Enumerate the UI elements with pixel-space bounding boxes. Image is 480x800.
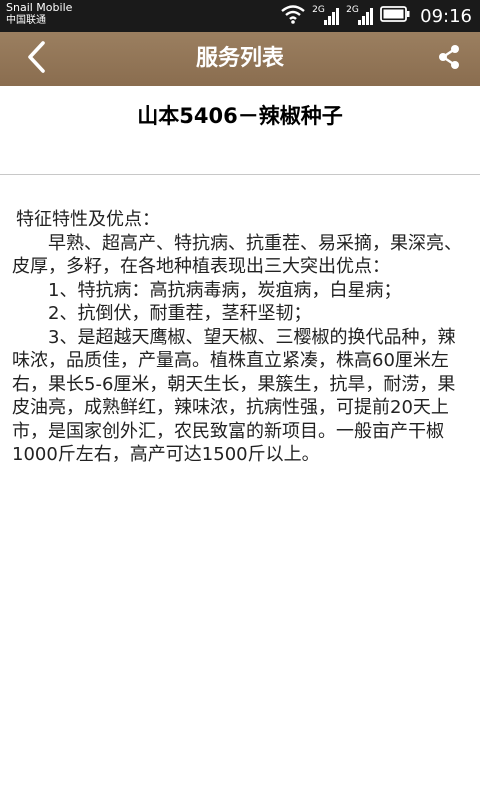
carrier-network: 中国联通 bbox=[6, 15, 46, 26]
title-bar: 服务列表 bbox=[0, 32, 480, 86]
article-body: 特征特性及优点： 早熟、超高产、特抗病、抗重茬、易采摘，果深亮、皮厚，多籽，在各… bbox=[12, 208, 472, 467]
wifi-icon bbox=[280, 4, 306, 28]
status-indicators: 2G 2G 09:16 bbox=[280, 0, 472, 32]
signal-icon: 2G bbox=[312, 5, 340, 27]
title-divider bbox=[0, 174, 480, 175]
page-title: 服务列表 bbox=[195, 46, 284, 71]
chevron-left-icon bbox=[25, 40, 47, 78]
share-icon bbox=[437, 44, 461, 74]
share-button[interactable] bbox=[434, 44, 464, 74]
body-paragraph: 早熟、超高产、特抗病、抗重茬、易采摘，果深亮、皮厚，多籽，在各地种植表现出三大突… bbox=[12, 232, 462, 278]
signal-icon: 2G bbox=[346, 5, 374, 27]
body-paragraph: 特征特性及优点： bbox=[16, 209, 160, 230]
carrier-info: Snail Mobile 中国联通 bbox=[6, 1, 72, 27]
carrier-name: Snail Mobile bbox=[6, 1, 73, 14]
body-paragraph: 1、特抗病：高抗病毒病，炭疽病，白星病； bbox=[12, 279, 402, 301]
status-time: 09:16 bbox=[420, 5, 472, 27]
status-bar: Snail Mobile 中国联通 2G 2G 09:16 bbox=[0, 0, 480, 32]
battery-icon bbox=[380, 6, 410, 26]
back-button[interactable] bbox=[18, 41, 54, 77]
body-paragraph: 2、抗倒伏，耐重茬，茎秆坚韧； bbox=[12, 303, 312, 324]
body-paragraph: 3、是超越天鹰椒、望天椒、三樱椒的换代品种，辣味浓，品质佳，产量高。植株直立紧凑… bbox=[12, 326, 456, 466]
article-title: 山本5406－辣椒种子 bbox=[137, 104, 343, 128]
